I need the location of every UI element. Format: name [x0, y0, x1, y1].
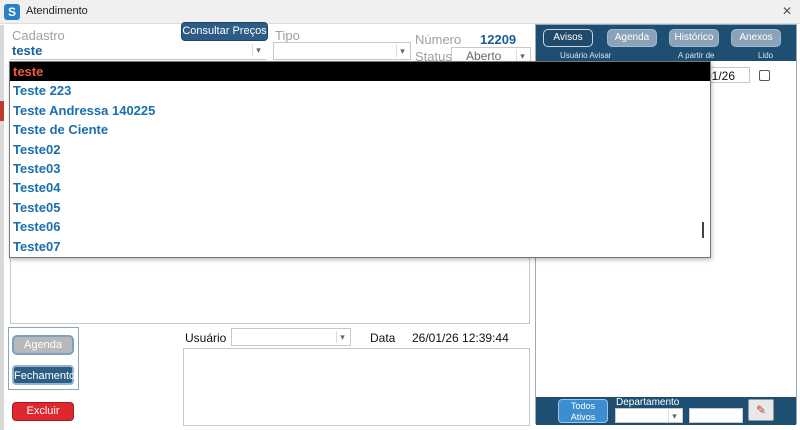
departamento-label: Departamento [616, 397, 680, 408]
numero-value: 12209 [480, 32, 517, 47]
observacao-textarea[interactable] [183, 348, 530, 426]
col-a-partir-de: A partir de [678, 51, 715, 60]
data-label: Data [370, 331, 396, 345]
fechamento-button[interactable]: Fechamento [12, 365, 75, 385]
list-item[interactable]: Teste07 [10, 237, 710, 256]
send-notice-icon[interactable]: ✎ [748, 399, 774, 421]
right-panel-tabs: Avisos Agenda Histórico Anexos [536, 25, 796, 51]
consultar-precos-button[interactable]: Consultar Preços [181, 22, 268, 41]
tab-agenda[interactable]: Agenda [607, 29, 657, 47]
tab-historico[interactable]: Histórico [669, 29, 719, 47]
app-logo-icon: S [4, 4, 20, 20]
tipo-label: Tipo [275, 28, 300, 43]
chevron-down-icon[interactable]: ▾ [336, 331, 348, 343]
window-title: Atendimento [26, 5, 88, 17]
data-value: 26/01/26 12:39:44 [412, 331, 509, 345]
chevron-down-icon[interactable]: ▾ [668, 410, 680, 422]
lido-checkbox[interactable] [759, 70, 770, 81]
col-usuario-avisar: Usuário Avisar [560, 51, 612, 60]
usuario-label: Usuário [185, 331, 227, 345]
left-edge-marker [0, 101, 4, 121]
col-lido: Lido [758, 51, 774, 60]
list-item[interactable]: Teste03 [10, 159, 710, 178]
chevron-down-icon[interactable]: ▾ [396, 45, 408, 57]
cadastro-autocomplete-list: teste Teste 223 Teste Andressa 140225 Te… [9, 61, 711, 258]
cadastro-label: Cadastro [12, 28, 65, 43]
avisos-table-header: Usuário Avisar A partir de Lido [536, 51, 796, 61]
close-icon[interactable]: ✕ [782, 4, 792, 18]
agenda-button[interactable]: Agenda [12, 335, 74, 355]
list-item[interactable]: Teste02 [10, 140, 710, 159]
list-item[interactable]: Teste de Ciente [10, 120, 710, 139]
usuario-select[interactable]: ▾ [231, 328, 351, 346]
todos-ativos-button[interactable]: Todos Ativos [558, 399, 608, 423]
tab-anexos[interactable]: Anexos [731, 29, 781, 47]
cadastro-input-value: teste [12, 43, 43, 58]
chevron-down-icon[interactable]: ▾ [252, 44, 264, 56]
title-bar: S Atendimento ✕ [0, 0, 800, 24]
departamento-select[interactable]: ▾ [615, 408, 683, 423]
list-item[interactable]: Teste04 [10, 178, 710, 197]
excluir-button[interactable]: Excluir [12, 402, 74, 421]
tab-avisos[interactable]: Avisos [543, 29, 593, 47]
departamento-filter-input[interactable] [689, 408, 743, 423]
left-edge-strip [0, 25, 4, 430]
numero-label: Número [415, 32, 462, 47]
cadastro-input[interactable]: teste ▾ [10, 42, 266, 60]
list-item[interactable]: Teste Andressa 140225 [10, 101, 710, 120]
list-item[interactable]: Teste 223 [10, 81, 710, 100]
dropdown-scrollbar[interactable] [702, 222, 704, 238]
right-panel-footer: Todos Ativos Departamento ▾ ✎ [536, 397, 796, 425]
tipo-select[interactable]: ▾ [273, 42, 411, 60]
list-item[interactable]: teste [10, 62, 710, 82]
list-item[interactable]: Teste06 [10, 217, 710, 236]
list-item[interactable]: Teste05 [10, 198, 710, 217]
